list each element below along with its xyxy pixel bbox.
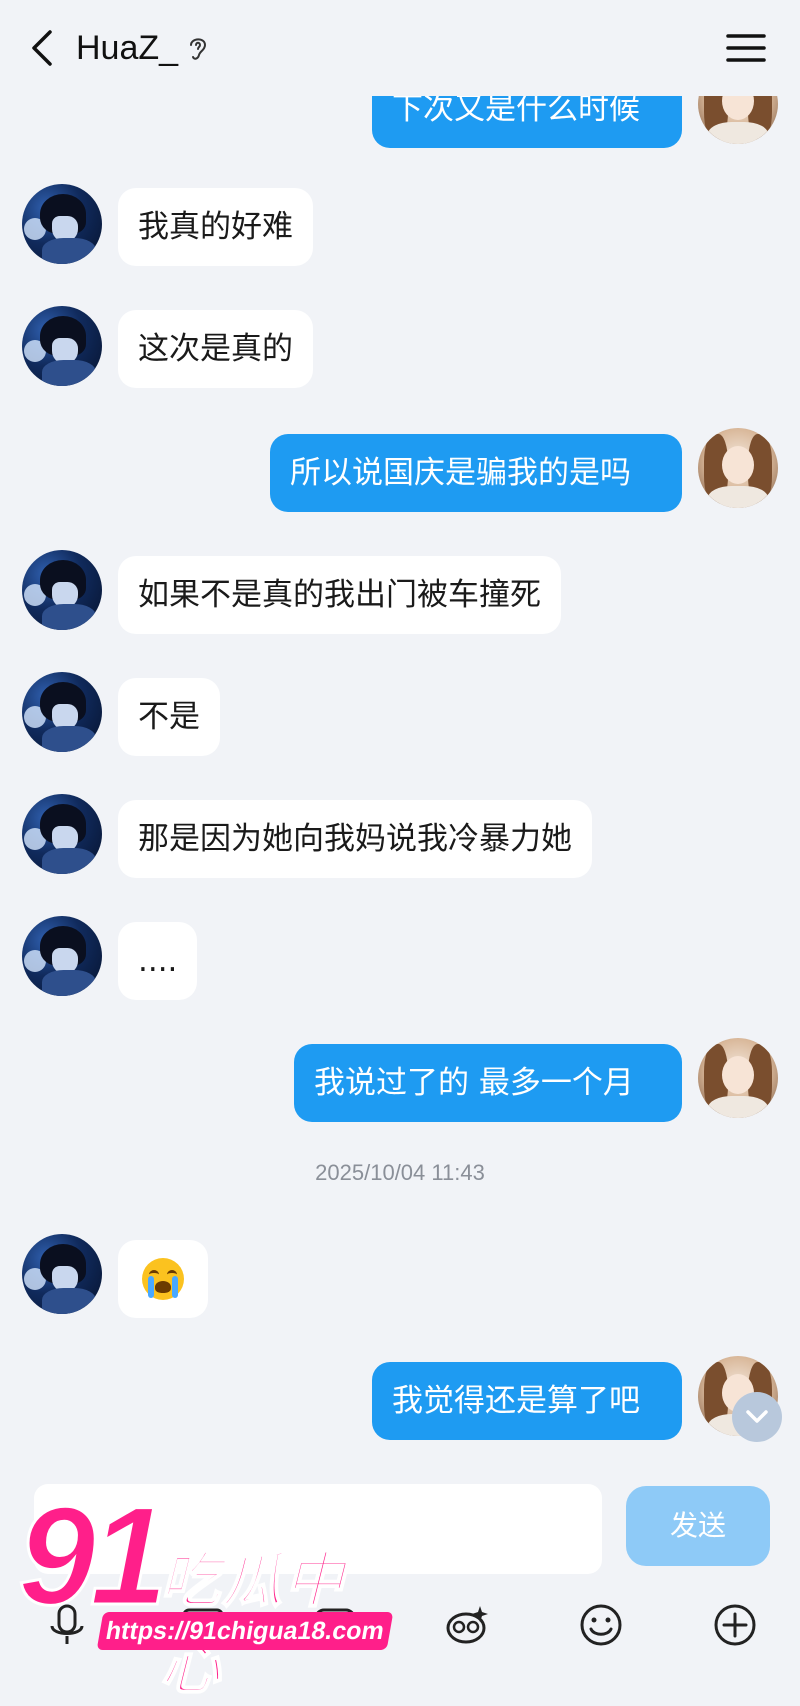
- message-bubble-sent[interactable]: 所以说国庆是骗我的是吗: [270, 434, 682, 512]
- watermark-logo: 91 吃瓜中心 https://91chigua18.com: [17, 1477, 398, 1704]
- contact-avatar[interactable]: [22, 672, 102, 752]
- scroll-to-bottom-button[interactable]: [732, 1392, 782, 1442]
- contact-avatar[interactable]: [22, 916, 102, 996]
- message-bubble-received[interactable]: 我真的好难: [118, 188, 313, 266]
- message-bubble-sent[interactable]: 我觉得还是算了吧: [372, 1362, 682, 1440]
- my-avatar[interactable]: [698, 1038, 778, 1118]
- contact-avatar[interactable]: [22, 306, 102, 386]
- message-bubble-received[interactable]: 那是因为她向我妈说我冷暴力她: [118, 800, 592, 878]
- message-bubble-received[interactable]: 这次是真的: [118, 310, 313, 388]
- message-bubble-received[interactable]: 不是: [118, 678, 220, 756]
- send-button[interactable]: 发送: [626, 1486, 770, 1566]
- emoji-icon[interactable]: [576, 1600, 626, 1650]
- ear-icon[interactable]: [186, 34, 210, 64]
- message-timestamp: 2025/10/04 11:43: [315, 1160, 485, 1185]
- menu-icon[interactable]: [726, 30, 766, 66]
- contact-avatar[interactable]: [22, 550, 102, 630]
- chat-message-list[interactable]: 下次又是什么时候 我真的好难 这次是真的 所以说国庆是骗我的是吗 如果不是真的我…: [0, 0, 800, 1480]
- contact-avatar[interactable]: [22, 794, 102, 874]
- plus-icon[interactable]: [710, 1600, 760, 1650]
- sticker-icon[interactable]: [442, 1600, 492, 1650]
- message-bubble-sent[interactable]: 我说过了的 最多一个月: [294, 1044, 682, 1122]
- loudly-crying-face-icon: [142, 1257, 184, 1300]
- watermark-number: 91: [17, 1477, 170, 1634]
- message-bubble-received[interactable]: ....: [118, 922, 198, 1000]
- chat-header: HuaZ_: [0, 0, 800, 96]
- back-arrow-icon[interactable]: [26, 26, 62, 70]
- chevron-down-icon: [746, 1410, 768, 1423]
- contact-avatar[interactable]: [22, 1234, 102, 1314]
- my-avatar[interactable]: [698, 428, 778, 508]
- message-bubble-received[interactable]: 如果不是真的我出门被车撞死: [118, 556, 561, 634]
- contact-name[interactable]: HuaZ_: [76, 26, 178, 70]
- message-bubble-received[interactable]: [118, 1240, 208, 1318]
- watermark-url: https://91chigua18.com: [96, 1612, 394, 1650]
- contact-avatar[interactable]: [22, 184, 102, 264]
